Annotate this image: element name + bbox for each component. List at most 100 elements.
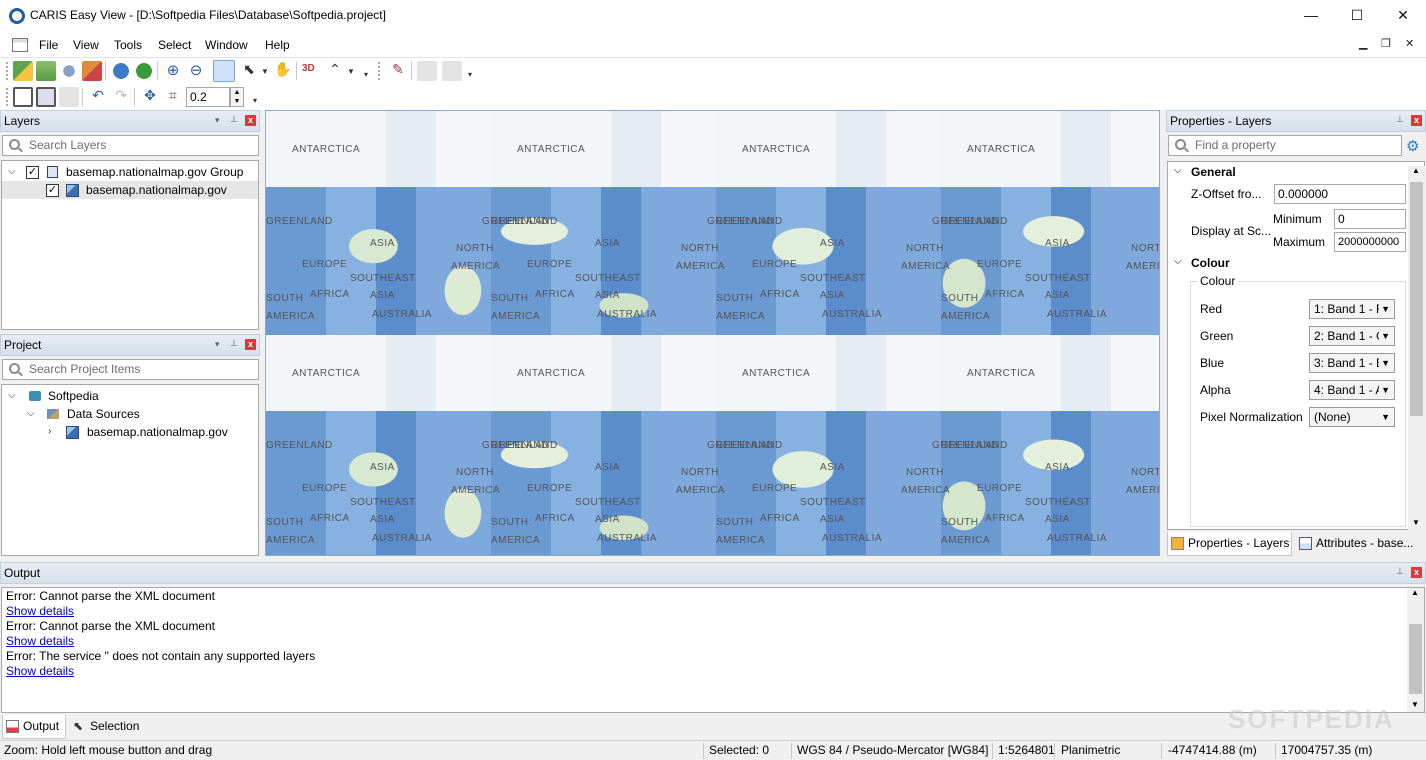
show-details-link[interactable]: Show details — [6, 634, 74, 649]
group-checkbox[interactable]: ✓ — [26, 166, 39, 179]
property-search-input[interactable]: Find a property — [1168, 135, 1402, 156]
maximize-button[interactable]: ☐ — [1334, 0, 1380, 32]
tree-row-layer[interactable]: ✓ basemap.nationalmap.gov — [2, 181, 258, 199]
close-button[interactable]: ✕ — [1380, 0, 1426, 32]
layers-search-input[interactable]: Search Layers — [2, 135, 259, 156]
chevron-down-icon[interactable]: ⌵ — [1174, 165, 1182, 176]
blue-select[interactable]: 3: Band 1 - B ▼ — [1309, 353, 1395, 373]
profile-dropdown-icon[interactable]: ▼ — [347, 67, 355, 76]
tab-output[interactable]: Output — [2, 715, 66, 739]
pin-icon[interactable]: ⊥ — [230, 338, 238, 349]
minimum-input[interactable]: 0 — [1334, 209, 1406, 229]
zoom-out-icon[interactable]: ⊖ — [186, 61, 206, 81]
toolbar-overflow-icon-3[interactable]: ▾ — [253, 96, 257, 105]
dropdown-arrow-icon: ▼ — [1379, 408, 1390, 426]
tree-row-source[interactable]: › basemap.nationalmap.gov — [2, 423, 258, 441]
tolerance-spinner[interactable]: ▲ ▼ — [230, 87, 244, 107]
scroll-down-icon[interactable]: ▼ — [1412, 518, 1420, 527]
scroll-thumb[interactable] — [1409, 624, 1422, 694]
pin-icon[interactable]: ⊥ — [1396, 114, 1404, 125]
maximum-input[interactable]: 2000000000 — [1334, 232, 1406, 252]
green-select[interactable]: 2: Band 1 - G ▼ — [1309, 326, 1395, 346]
chevron-right-icon[interactable]: › — [48, 423, 51, 441]
tab-selection[interactable]: ⬉ Selection — [70, 715, 150, 739]
menu-help[interactable]: Help — [265, 38, 290, 52]
properties-scrollbar[interactable]: ▲ ▼ — [1408, 166, 1425, 530]
menu-view[interactable]: View — [73, 38, 99, 52]
mdi-restore-icon[interactable]: ❐ — [1381, 37, 1391, 50]
link-icon[interactable] — [59, 61, 79, 81]
layers-tree: ⌵ ✓ basemap.nationalmap.gov Group ✓ base… — [1, 160, 259, 330]
output-scrollbar[interactable]: ▲ ▼ — [1407, 588, 1424, 712]
menu-file[interactable]: File — [39, 38, 58, 52]
selection-pointer-icon: ⬉ — [73, 719, 84, 733]
select-area-icon[interactable] — [36, 87, 56, 107]
tree-row-project[interactable]: ⌵ Softpedia — [2, 387, 258, 405]
chevron-down-icon[interactable]: ⌵ — [8, 387, 16, 405]
3d-view-icon[interactable]: 3D — [302, 63, 322, 83]
chevron-down-icon[interactable]: ⌵ — [27, 405, 35, 423]
tab-attributes[interactable]: Attributes - base... — [1296, 532, 1424, 556]
globe-icon[interactable] — [111, 61, 131, 81]
tree-row-group[interactable]: ⌵ ✓ basemap.nationalmap.gov Group — [2, 163, 258, 181]
select-pointer-icon[interactable]: ⬉ — [239, 61, 259, 81]
close-output-icon[interactable]: x — [1411, 567, 1422, 578]
measure-icon[interactable]: ✎ — [388, 61, 408, 81]
select-rect-icon[interactable] — [13, 87, 33, 107]
select-dropdown-icon[interactable]: ▼ — [261, 67, 269, 76]
undo-icon[interactable]: ↶ — [88, 87, 108, 107]
open-icon[interactable] — [36, 61, 56, 81]
zoom-in-icon[interactable]: ⊕ — [163, 61, 183, 81]
pixel-normalization-label: Pixel Normalization — [1200, 410, 1303, 424]
crop-icon[interactable]: ⌗ — [163, 87, 183, 107]
close-layers-icon[interactable]: x — [245, 115, 256, 126]
new-project-icon[interactable] — [13, 61, 33, 81]
toolbar-overflow-icon[interactable]: ▾ — [364, 70, 368, 79]
mdi-window-icon[interactable] — [12, 38, 28, 52]
scroll-up-icon[interactable]: ▲ — [1411, 588, 1419, 597]
map-label-south: SOUTH — [491, 517, 529, 528]
panel-dropdown-icon[interactable]: ▾ — [215, 339, 220, 350]
scroll-down-icon[interactable]: ▼ — [1411, 700, 1419, 709]
chevron-down-icon[interactable]: ⌵ — [1174, 256, 1182, 267]
map-label-antarctica: ANTARCTICA — [292, 144, 361, 155]
source-label: basemap.nationalmap.gov — [87, 425, 228, 439]
close-project-icon[interactable]: x — [245, 339, 256, 350]
menu-tools[interactable]: Tools — [114, 38, 142, 52]
layer-checkbox[interactable]: ✓ — [46, 184, 59, 197]
menu-window[interactable]: Window — [205, 38, 248, 52]
pin-icon[interactable]: ⊥ — [1396, 566, 1404, 577]
chevron-down-icon[interactable]: ⌵ — [8, 163, 16, 181]
minimize-button[interactable]: — — [1288, 0, 1334, 32]
panel-dropdown-icon[interactable]: ▾ — [215, 115, 220, 126]
toolbar-overflow-icon-2[interactable]: ▾ — [468, 70, 472, 79]
pan-hand-icon[interactable]: ✋ — [273, 61, 293, 81]
scroll-up-icon[interactable]: ▲ — [1412, 166, 1420, 175]
close-properties-icon[interactable]: x — [1411, 115, 1422, 126]
tree-row-datasources[interactable]: ⌵ Data Sources — [2, 405, 258, 423]
gear-icon[interactable]: ⚙ — [1406, 137, 1419, 155]
zoom-box-icon[interactable] — [213, 60, 235, 82]
move-icon[interactable]: ✥ — [140, 87, 160, 107]
project-search-input[interactable]: Search Project Items — [2, 359, 259, 380]
mdi-close-icon[interactable]: ✕ — [1405, 37, 1414, 50]
show-details-link[interactable]: Show details — [6, 664, 74, 679]
red-select[interactable]: 1: Band 1 - R ▼ — [1309, 299, 1395, 319]
profile-icon[interactable]: ⌃ — [325, 61, 345, 81]
map-label-greenland: GREENLAND — [266, 440, 333, 451]
tolerance-input[interactable]: 0.2 — [186, 87, 230, 107]
pin-icon[interactable]: ⊥ — [230, 114, 238, 125]
show-details-link[interactable]: Show details — [6, 604, 74, 619]
toolbar-grip[interactable] — [6, 62, 9, 80]
refresh-icon[interactable] — [134, 61, 154, 81]
pixel-normalization-select[interactable]: (None) ▼ — [1309, 407, 1395, 427]
layers-icon[interactable] — [82, 61, 102, 81]
tab-properties-layers[interactable]: Properties - Layers — [1167, 532, 1292, 556]
mdi-minimize-icon[interactable]: ▁ — [1359, 37, 1367, 50]
status-mode: Planimetric — [1061, 743, 1121, 757]
map-view[interactable]: ANTARCTICA GREENLAND ASIA NORTH AMERICA EUROP… — [265, 110, 1160, 556]
menu-select[interactable]: Select — [158, 38, 191, 52]
scroll-thumb[interactable] — [1410, 182, 1423, 416]
alpha-select[interactable]: 4: Band 1 - A ▼ — [1309, 380, 1395, 400]
zoffset-input[interactable]: 0.000000 — [1274, 184, 1406, 204]
